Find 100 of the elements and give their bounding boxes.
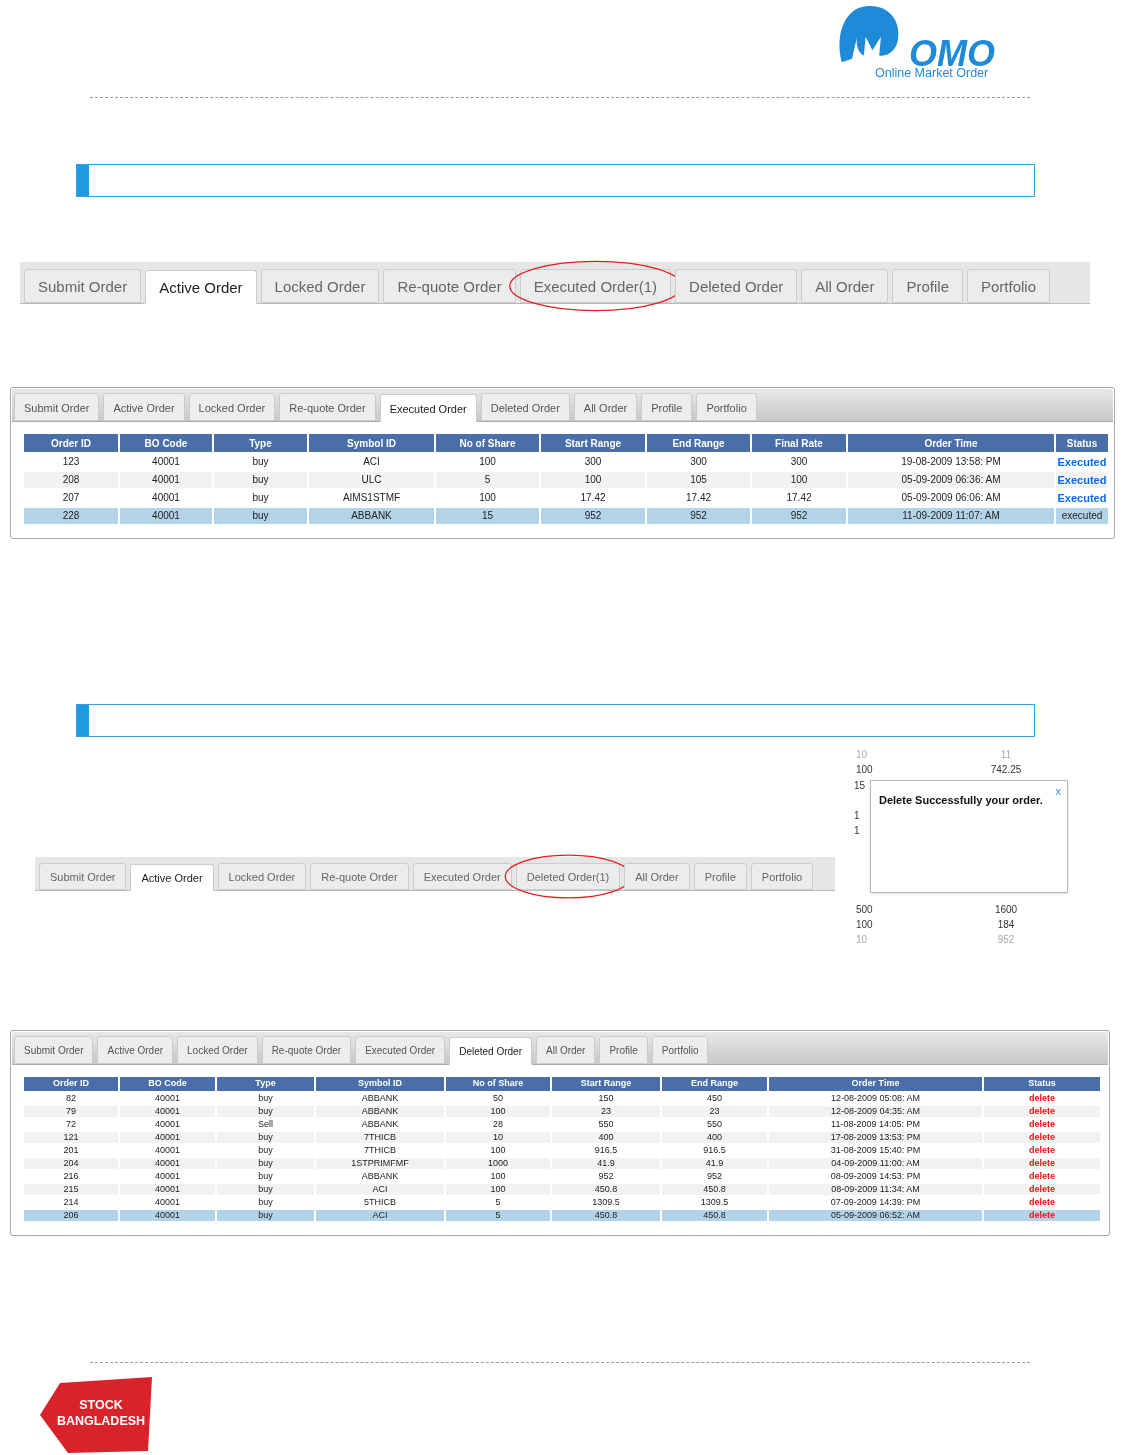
table-cell: 121 — [24, 1131, 118, 1143]
status-cell: delete — [984, 1105, 1100, 1117]
table-cell: 23 — [662, 1105, 767, 1117]
tab[interactable]: Submit Order — [39, 863, 127, 890]
table-cell: ABBANK — [316, 1105, 444, 1117]
tab[interactable]: All Order — [573, 393, 638, 421]
table-cell: 105 — [647, 472, 750, 488]
tab[interactable]: Executed Order — [379, 394, 477, 422]
tab[interactable]: Re-quote Order — [383, 269, 516, 303]
tab[interactable]: Locked Order — [188, 393, 276, 421]
tab[interactable]: Deleted Order — [480, 393, 570, 421]
tab[interactable]: All Order — [801, 269, 889, 303]
status-cell: delete — [984, 1183, 1100, 1195]
column-header: Status — [1056, 434, 1108, 452]
table-cell-text: 952 — [996, 933, 1016, 947]
table-cell: 204 — [24, 1157, 118, 1169]
table-cell: 450.8 — [552, 1183, 660, 1195]
tab[interactable]: Active Order — [145, 270, 257, 304]
table-cell: buy — [217, 1105, 314, 1117]
logo-text: STOCK BANGLADESH — [55, 1397, 147, 1429]
close-button[interactable]: x — [1055, 783, 1061, 800]
table-cell: 40001 — [120, 472, 212, 488]
tab[interactable]: Re-quote Order — [279, 393, 376, 421]
table-cell-text: 1 — [854, 809, 860, 823]
tab[interactable]: Portfolio — [967, 269, 1051, 303]
tab[interactable]: Submit Order — [24, 269, 142, 303]
table-cell: 12-08-2009 04:35: AM — [769, 1105, 982, 1117]
table-cell-text: 100 — [855, 763, 874, 777]
tab[interactable]: Portfolio — [750, 863, 814, 890]
table-cell: 40001 — [120, 1157, 215, 1169]
table-cell: buy — [214, 508, 307, 524]
table-cell: 100 — [752, 472, 846, 488]
tab[interactable]: Locked Order — [217, 863, 307, 890]
table-cell-text: 11 — [999, 748, 1013, 762]
tab[interactable]: Locked Order — [260, 269, 380, 303]
table-cell-text: 1600 — [993, 903, 1019, 917]
tab[interactable]: Executed Order(1) — [519, 269, 672, 303]
table-cell: 40001 — [120, 508, 212, 524]
tab[interactable]: Profile — [599, 1036, 648, 1064]
tab[interactable]: Submit Order — [14, 1036, 94, 1064]
table-cell: 1STPRIMFMF — [316, 1157, 444, 1169]
tab[interactable]: Deleted Order(1) — [515, 863, 621, 890]
table-cell: ACI — [316, 1183, 444, 1195]
table-cell: 450.8 — [552, 1209, 660, 1221]
table-cell: 100 — [446, 1105, 550, 1117]
table-cell: 208 — [24, 472, 118, 488]
table-cell: buy — [214, 472, 307, 488]
column-header: Order ID — [24, 434, 118, 452]
table-cell: buy — [217, 1157, 314, 1169]
table-cell: 05-09-2009 06:36: AM — [848, 472, 1054, 488]
tab[interactable]: Profile — [693, 863, 747, 890]
column-header: End Range — [647, 434, 750, 452]
tab[interactable]: Profile — [892, 269, 963, 303]
tab[interactable]: Executed Order — [355, 1036, 446, 1064]
table-cell: ACI — [316, 1209, 444, 1221]
popup-message: Delete Successfully your order. — [879, 793, 1043, 808]
table-cell: 17-08-2009 13:53: PM — [769, 1131, 982, 1143]
column-header: No of Share — [446, 1077, 550, 1091]
column-header: No of Share — [436, 434, 539, 452]
tab[interactable]: All Order — [624, 863, 690, 890]
tab[interactable]: Executed Order — [412, 863, 512, 890]
table-cell: buy — [217, 1209, 314, 1221]
column-header: Start Range — [541, 434, 645, 452]
column-header: Type — [214, 434, 307, 452]
tab[interactable]: Portfolio — [651, 1036, 709, 1064]
table-cell-text: 500 — [855, 903, 874, 917]
tab[interactable]: Deleted Order — [449, 1037, 532, 1065]
tab[interactable]: Submit Order — [14, 393, 100, 421]
tab[interactable]: Locked Order — [177, 1036, 258, 1064]
column-header: End Range — [662, 1077, 767, 1091]
tab[interactable]: Active Order — [130, 864, 214, 891]
table-cell: 100 — [446, 1183, 550, 1195]
tab[interactable]: Active Order — [103, 393, 185, 421]
table-cell: 40001 — [120, 1183, 215, 1195]
table-cell: ULC — [309, 472, 434, 488]
column-header: BO Code — [120, 434, 212, 452]
table-cell-text: 184 — [996, 918, 1016, 932]
tab[interactable]: All Order — [536, 1036, 596, 1064]
table-cell-text: 100 — [855, 918, 874, 932]
tab[interactable]: Profile — [641, 393, 693, 421]
table-cell: 5 — [446, 1209, 550, 1221]
column-header: Symbol ID — [309, 434, 434, 452]
table-cell-text: 10 — [855, 748, 869, 762]
table-cell: 11-09-2009 11:07: AM — [848, 508, 1054, 524]
table-cell: 450.8 — [662, 1209, 767, 1221]
status-cell: delete — [984, 1209, 1100, 1221]
table-cell: 23 — [552, 1105, 660, 1117]
tab[interactable]: Re-quote Order — [310, 863, 409, 890]
table-cell: 04-09-2009 11:00: AM — [769, 1157, 982, 1169]
table-cell: 08-09-2009 11:34: AM — [769, 1183, 982, 1195]
status-cell: delete — [984, 1131, 1100, 1143]
column-header: Final Rate — [752, 434, 846, 452]
table-cell: 15 — [436, 508, 539, 524]
tab[interactable]: Re-quote Order — [261, 1036, 352, 1064]
tab[interactable]: Deleted Order — [675, 269, 798, 303]
column-header: Order ID — [24, 1077, 118, 1091]
tab[interactable]: Portfolio — [696, 393, 757, 421]
status-cell: Executed — [1056, 472, 1108, 488]
tab[interactable]: Active Order — [97, 1036, 174, 1064]
table-cell: 40001 — [120, 1105, 215, 1117]
